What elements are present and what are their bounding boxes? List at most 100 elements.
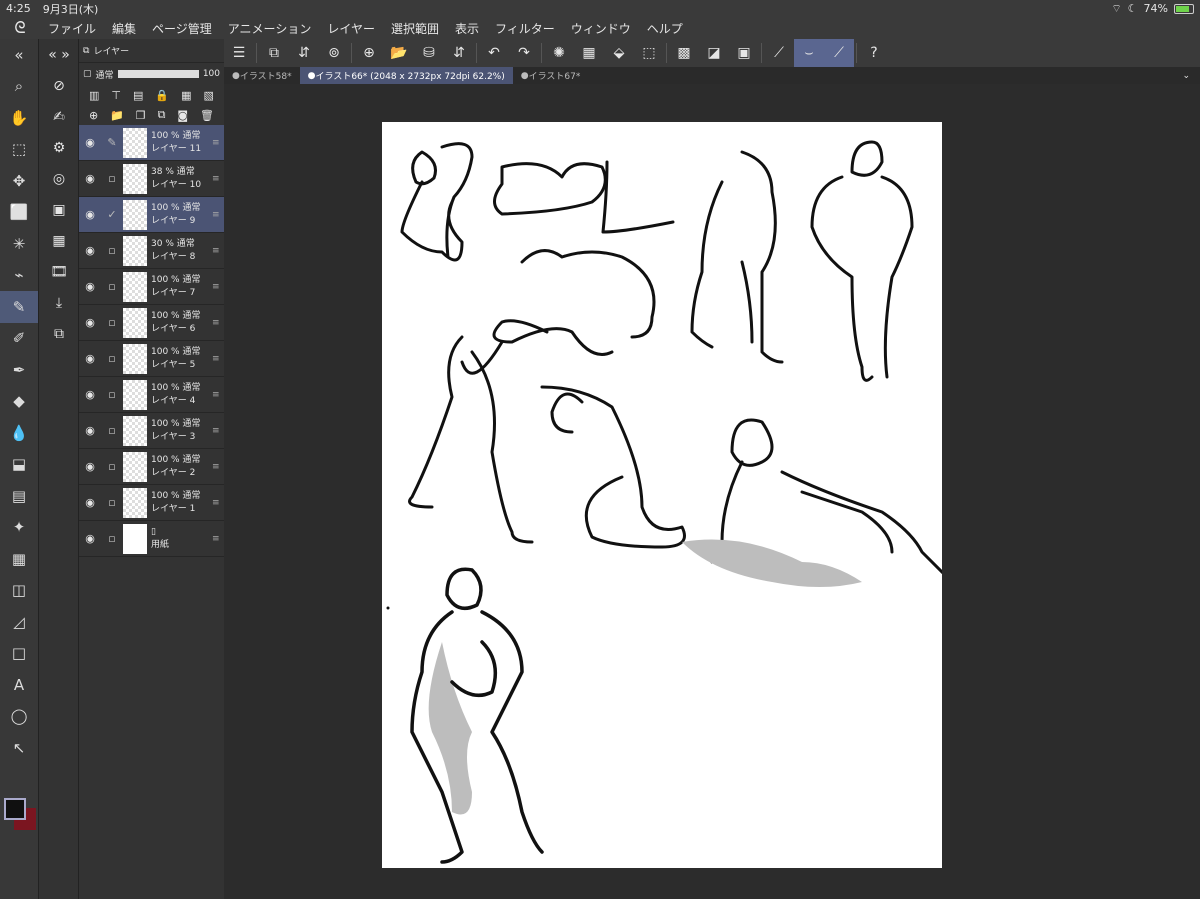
visibility-eye-icon[interactable]: ◉ bbox=[79, 208, 101, 221]
menu-selection[interactable]: 選択範囲 bbox=[383, 20, 447, 37]
visibility-eye-icon[interactable]: ◉ bbox=[79, 172, 101, 185]
canvas-paper[interactable] bbox=[382, 122, 954, 868]
layer-row-9[interactable]: ◉ ✓ 100 % 通常 レイヤー 9 ≡ bbox=[79, 197, 224, 233]
drag-handle-icon[interactable]: ≡ bbox=[212, 354, 224, 364]
new-folder-icon[interactable]: 📁 bbox=[110, 109, 124, 122]
menu-icon[interactable]: ☰ bbox=[224, 39, 254, 67]
menu-file[interactable]: ファイル bbox=[40, 20, 104, 37]
lock-icon[interactable]: 🔒 bbox=[155, 89, 169, 102]
new-canvas-icon[interactable]: ⧉ bbox=[259, 39, 289, 67]
move-tool-icon[interactable]: ✥ bbox=[0, 165, 38, 197]
visibility-eye-icon[interactable]: ◉ bbox=[79, 496, 101, 509]
layer-checkbox[interactable]: ▫ bbox=[101, 280, 123, 293]
figure-tool-icon[interactable]: □ bbox=[0, 638, 38, 670]
copy-layer-icon[interactable]: ❐ bbox=[136, 109, 146, 122]
drag-handle-icon[interactable]: ≡ bbox=[212, 174, 224, 184]
subtool-settings-icon[interactable]: ⚙ bbox=[39, 132, 79, 163]
layer-checkbox[interactable]: ▫ bbox=[101, 460, 123, 473]
subtool-film-icon[interactable]: 🎞 bbox=[39, 256, 79, 287]
zoom-tool-icon[interactable]: ⌕ bbox=[0, 71, 38, 103]
merge-layer-icon[interactable]: ⧉ bbox=[158, 108, 166, 122]
tabs-dropdown-icon[interactable]: ⌄ bbox=[1182, 71, 1190, 81]
eraser-tool-icon[interactable]: ◆ bbox=[0, 386, 38, 418]
drag-handle-icon[interactable]: ≡ bbox=[212, 318, 224, 328]
visibility-eye-icon[interactable]: ◉ bbox=[79, 136, 101, 149]
hand-tool-icon[interactable]: ✋ bbox=[0, 102, 38, 134]
redo-icon[interactable]: ↷ bbox=[509, 39, 539, 67]
opacity-value[interactable]: 100 bbox=[203, 69, 220, 79]
layer-mask-icon[interactable]: ◙ bbox=[177, 109, 188, 122]
visibility-eye-icon[interactable]: ◉ bbox=[79, 244, 101, 257]
subtool-layer-icon[interactable]: ⧉ bbox=[39, 318, 79, 349]
check-icon[interactable]: ✓ bbox=[101, 208, 123, 221]
drag-handle-icon[interactable]: ≡ bbox=[212, 210, 224, 220]
navigator-icon[interactable]: ⊘ bbox=[39, 70, 79, 101]
layer-checkbox[interactable]: ▫ bbox=[101, 388, 123, 401]
frame-tool-icon[interactable]: ◫ bbox=[0, 575, 38, 607]
app-logo-icon[interactable]: ᘓ bbox=[0, 18, 40, 38]
visibility-eye-icon[interactable]: ◉ bbox=[79, 424, 101, 437]
subtool-material-icon[interactable]: ▣ bbox=[39, 194, 79, 225]
subtool-brush-icon[interactable]: ◎ bbox=[39, 163, 79, 194]
tab-illust58[interactable]: ● イラスト58* bbox=[224, 67, 300, 84]
selection-tool-icon[interactable]: ⬜ bbox=[0, 197, 38, 229]
menu-view[interactable]: 表示 bbox=[447, 20, 487, 37]
reference-icon[interactable]: ⊤ bbox=[111, 89, 121, 102]
fill-tool-icon[interactable]: ⬓ bbox=[0, 449, 38, 481]
menu-layer[interactable]: レイヤー bbox=[319, 20, 383, 37]
layer-checkbox[interactable]: ▫ bbox=[101, 352, 123, 365]
magic-wand-icon[interactable]: ✳ bbox=[0, 228, 38, 260]
layer-row-5[interactable]: ◉ ▫ 100 % 通常 レイヤー 5 ≡ bbox=[79, 341, 224, 377]
new-layer-icon[interactable]: ⊕ bbox=[89, 109, 98, 122]
drag-handle-icon[interactable]: ≡ bbox=[212, 462, 224, 472]
mask-icon[interactable]: ▧ bbox=[204, 89, 214, 102]
visibility-eye-icon[interactable]: ◉ bbox=[79, 388, 101, 401]
drag-handle-icon[interactable]: ≡ bbox=[212, 246, 224, 256]
layer-row-6[interactable]: ◉ ▫ 100 % 通常 レイヤー 6 ≡ bbox=[79, 305, 224, 341]
subtool-download-icon[interactable]: ⤓ bbox=[39, 287, 79, 318]
layer-row-7[interactable]: ◉ ▫ 100 % 通常 レイヤー 7 ≡ bbox=[79, 269, 224, 305]
snap-grid-icon[interactable]: ⟋ bbox=[824, 39, 854, 67]
save-options-icon[interactable]: ⇵ bbox=[444, 39, 474, 67]
layer-row-4[interactable]: ◉ ▫ 100 % 通常 レイヤー 4 ≡ bbox=[79, 377, 224, 413]
layer-row-paper[interactable]: ◉ ▫ ▯ 用紙 ≡ bbox=[79, 521, 224, 557]
layer-row-11[interactable]: ◉ ✎ 100 % 通常 レイヤー 11 ≡ bbox=[79, 125, 224, 161]
undo-icon[interactable]: ↶ bbox=[479, 39, 509, 67]
visibility-eye-icon[interactable]: ◉ bbox=[79, 316, 101, 329]
layer-checkbox[interactable]: ▫ bbox=[101, 172, 123, 185]
clip-icon[interactable]: ▥ bbox=[89, 89, 99, 102]
drag-handle-icon[interactable]: ≡ bbox=[212, 138, 224, 148]
fill-icon[interactable]: ⬙ bbox=[604, 39, 634, 67]
visibility-eye-icon[interactable]: ◉ bbox=[79, 532, 101, 545]
drag-handle-icon[interactable]: ≡ bbox=[212, 426, 224, 436]
blend-mode-select[interactable]: 通常 bbox=[96, 68, 114, 81]
save-icon[interactable]: ⛁ bbox=[414, 39, 444, 67]
layer-color-icon[interactable]: ▢ bbox=[83, 69, 92, 79]
help-icon[interactable]: ? bbox=[859, 39, 889, 67]
layer-row-2[interactable]: ◉ ▫ 100 % 通常 レイヤー 2 ≡ bbox=[79, 449, 224, 485]
layer-row-3[interactable]: ◉ ▫ 100 % 通常 レイヤー 3 ≡ bbox=[79, 413, 224, 449]
clear-icon[interactable]: ▦ bbox=[574, 39, 604, 67]
drag-handle-icon[interactable]: ≡ bbox=[212, 498, 224, 508]
ruler-snap-icon[interactable]: ⟋ bbox=[764, 39, 794, 67]
visibility-eye-icon[interactable]: ◉ bbox=[79, 280, 101, 293]
menu-animation[interactable]: アニメーション bbox=[220, 20, 320, 37]
drag-handle-icon[interactable]: ≡ bbox=[212, 534, 224, 544]
layer-checkbox[interactable]: ▫ bbox=[101, 496, 123, 509]
clip-studio-icon[interactable]: ⊚ bbox=[319, 39, 349, 67]
menu-page[interactable]: ページ管理 bbox=[144, 20, 220, 37]
visibility-eye-icon[interactable]: ◉ bbox=[79, 352, 101, 365]
transform-icon[interactable]: ⬚ bbox=[634, 39, 664, 67]
loading-icon[interactable]: ✺ bbox=[544, 39, 574, 67]
snap-special-ruler-icon[interactable]: ⌣ bbox=[794, 39, 824, 67]
visibility-eye-icon[interactable]: ◉ bbox=[79, 460, 101, 473]
tab-illust66[interactable]: ● イラスト66* (2048 x 2732px 72dpi 62.2%) bbox=[299, 67, 513, 84]
switch-icon[interactable]: ⇵ bbox=[289, 39, 319, 67]
layer-checkbox[interactable]: ▫ bbox=[101, 316, 123, 329]
brush-tool-icon[interactable]: ✒ bbox=[0, 354, 38, 386]
layer-checkbox[interactable]: ▫ bbox=[101, 244, 123, 257]
lock-alpha-icon[interactable]: ▦ bbox=[181, 89, 191, 102]
menu-edit[interactable]: 編集 bbox=[104, 20, 144, 37]
layer-checkbox[interactable]: ▫ bbox=[101, 424, 123, 437]
layer-row-8[interactable]: ◉ ▫ 30 % 通常 レイヤー 8 ≡ bbox=[79, 233, 224, 269]
